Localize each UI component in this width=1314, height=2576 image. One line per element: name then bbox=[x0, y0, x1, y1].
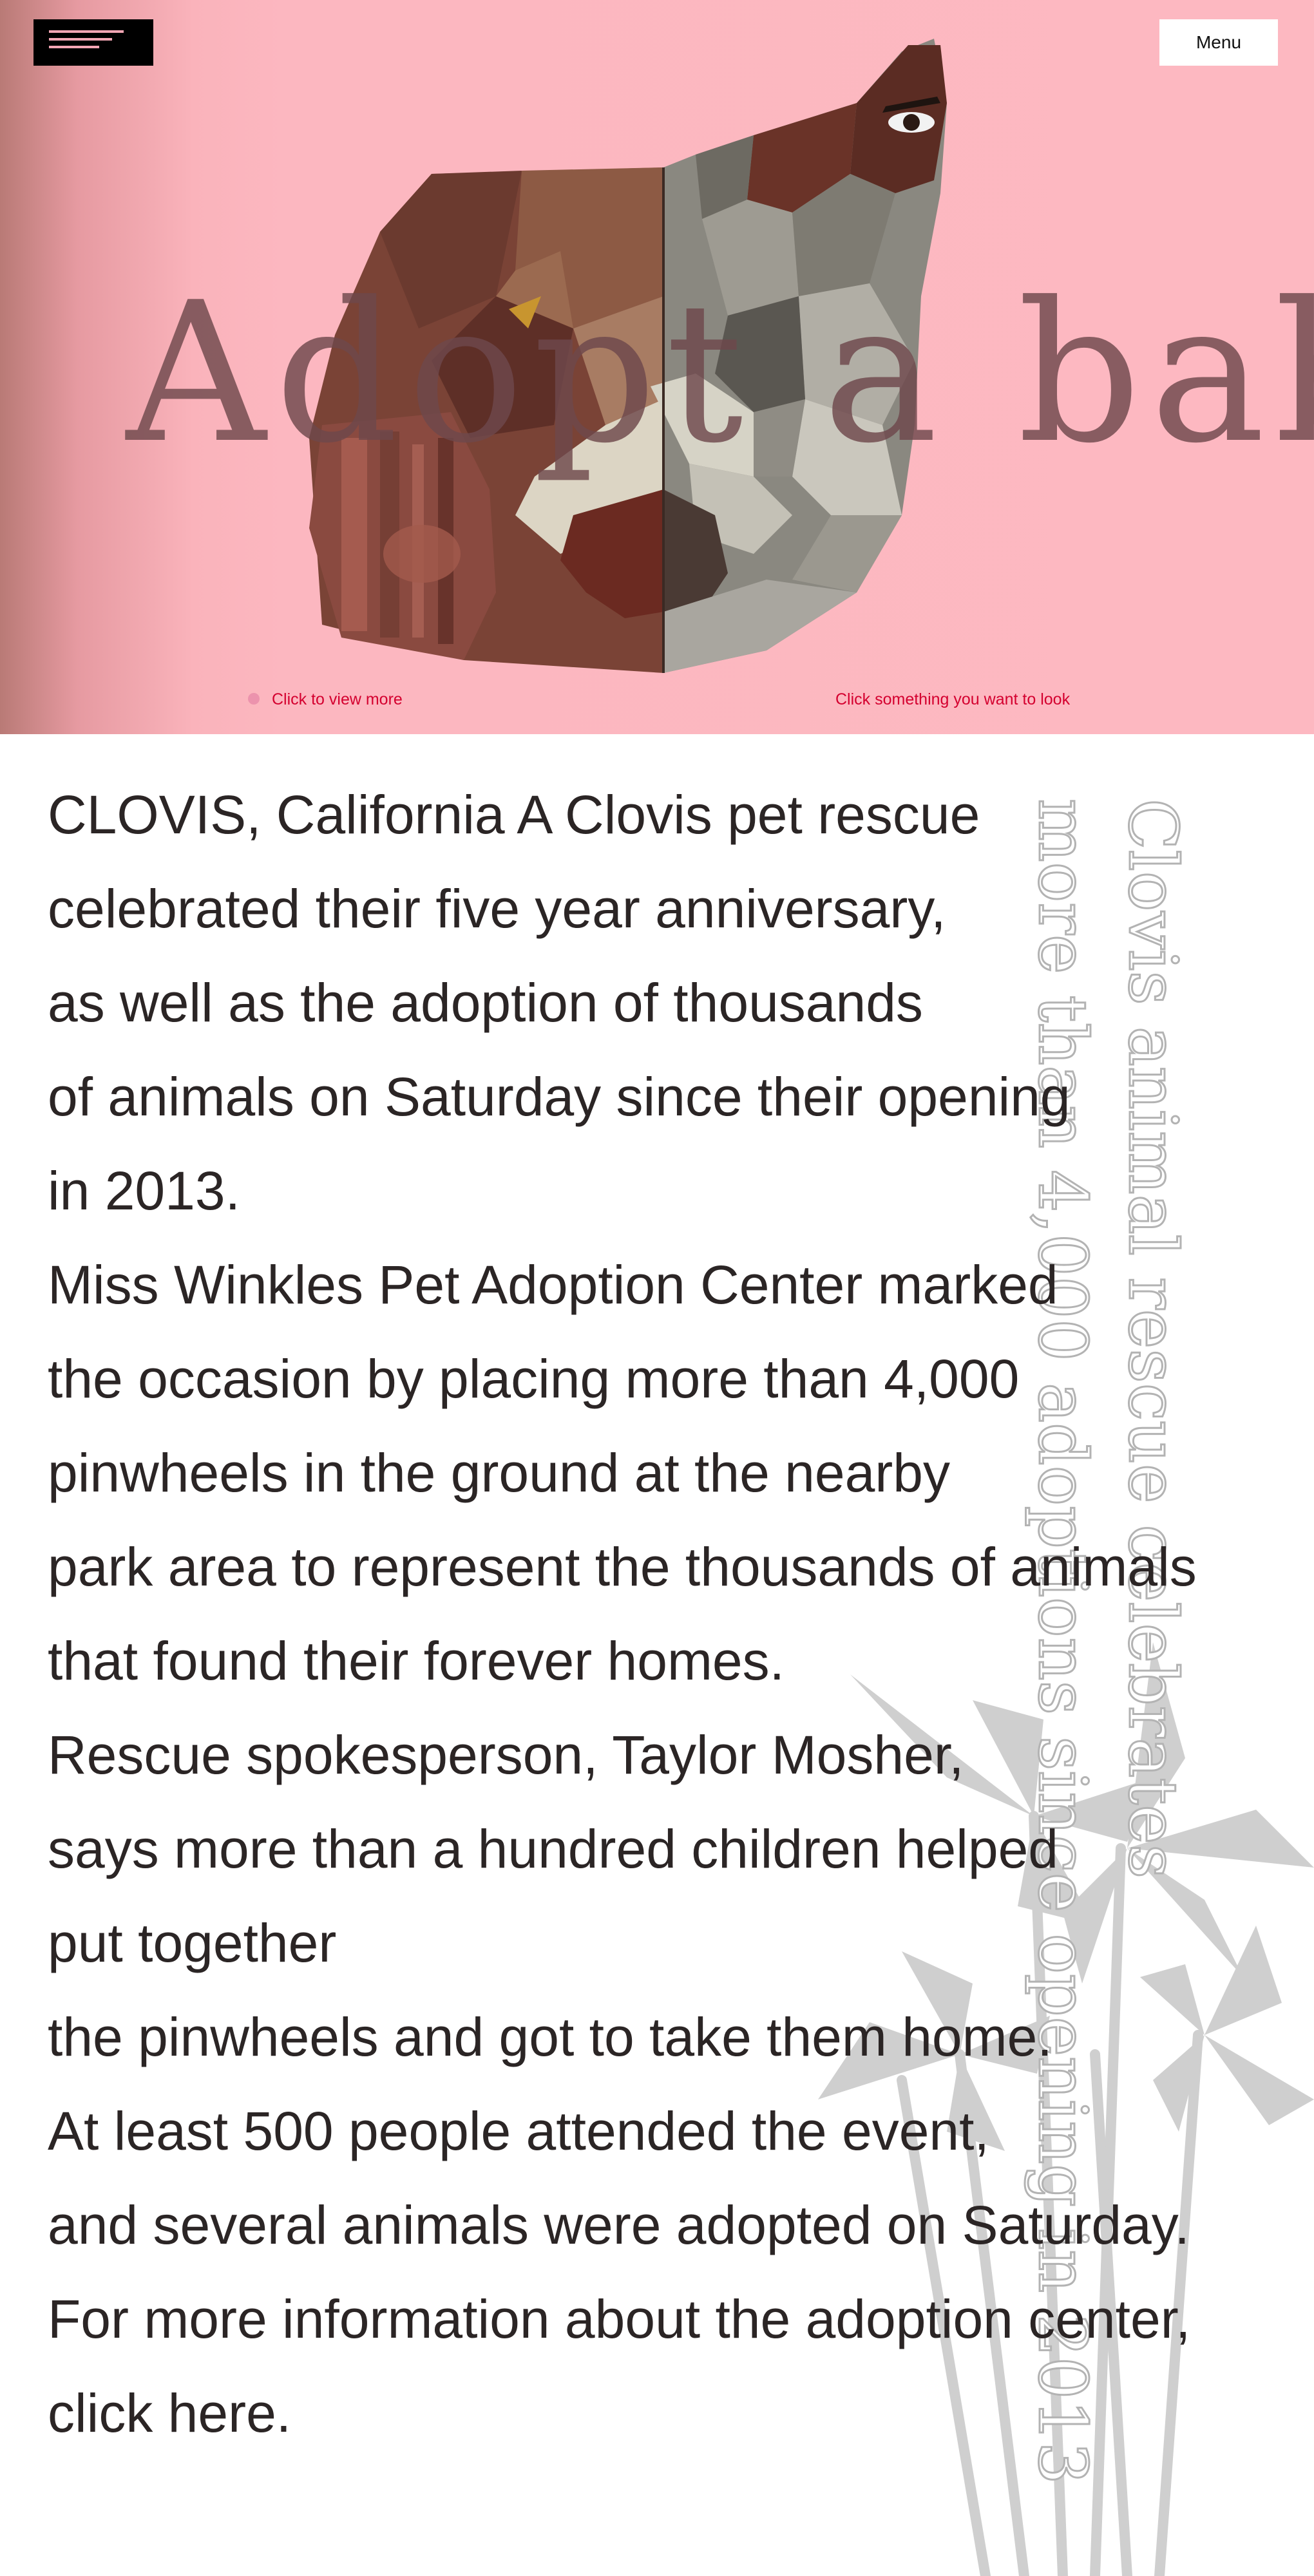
article-line: For more information about the adoption … bbox=[48, 2289, 1191, 2349]
article-line: At least 500 people attended the event, bbox=[48, 2101, 989, 2161]
article-line: as well as the adoption of thousands bbox=[48, 972, 923, 1033]
article-line: that found their forever homes. bbox=[48, 1631, 785, 1691]
article-line: and several animals were adopted on Satu… bbox=[48, 2195, 1190, 2255]
article-line: says more than a hundred children helped bbox=[48, 1819, 1059, 1879]
menu-line-1 bbox=[49, 30, 124, 33]
article-line: the occasion by placing more than 4,000 bbox=[48, 1349, 1020, 1409]
look-link[interactable]: Click something you want to look bbox=[835, 690, 1070, 709]
article-line: pinwheels in the ground at the nearby bbox=[48, 1443, 950, 1503]
menu-line-2 bbox=[49, 38, 112, 41]
dot-icon bbox=[248, 693, 260, 705]
article-line: in 2013. bbox=[48, 1160, 240, 1221]
click-here-link[interactable]: click here. bbox=[48, 2366, 1291, 2460]
menu-line-3 bbox=[49, 46, 99, 48]
article-line: of animals on Saturday since their openi… bbox=[48, 1066, 1071, 1127]
article-line: park area to represent the thousands of … bbox=[48, 1537, 1197, 1597]
article-body: CLOVIS, California A Clovis pet rescue c… bbox=[48, 768, 1291, 2460]
hero-title: Adopt a baby bbox=[126, 261, 1314, 486]
view-more-link[interactable]: Click to view more bbox=[272, 690, 403, 709]
article-line: celebrated their five year anniversary, bbox=[48, 878, 946, 939]
article-line: Rescue spokesperson, Taylor Mosher, bbox=[48, 1725, 964, 1785]
menu-button[interactable]: Menu bbox=[1159, 19, 1278, 66]
article-line: the pinwheels and got to take them home. bbox=[48, 2007, 1052, 2067]
hero-banner: Menu Adopt a ba Click to view more Click… bbox=[0, 0, 1314, 734]
article-line: put together bbox=[48, 1913, 337, 1973]
logo-menu-icon[interactable] bbox=[33, 19, 153, 66]
article-line: Miss Winkles Pet Adoption Center marked bbox=[48, 1255, 1058, 1315]
article-line: CLOVIS, California A Clovis pet rescue bbox=[48, 784, 980, 845]
